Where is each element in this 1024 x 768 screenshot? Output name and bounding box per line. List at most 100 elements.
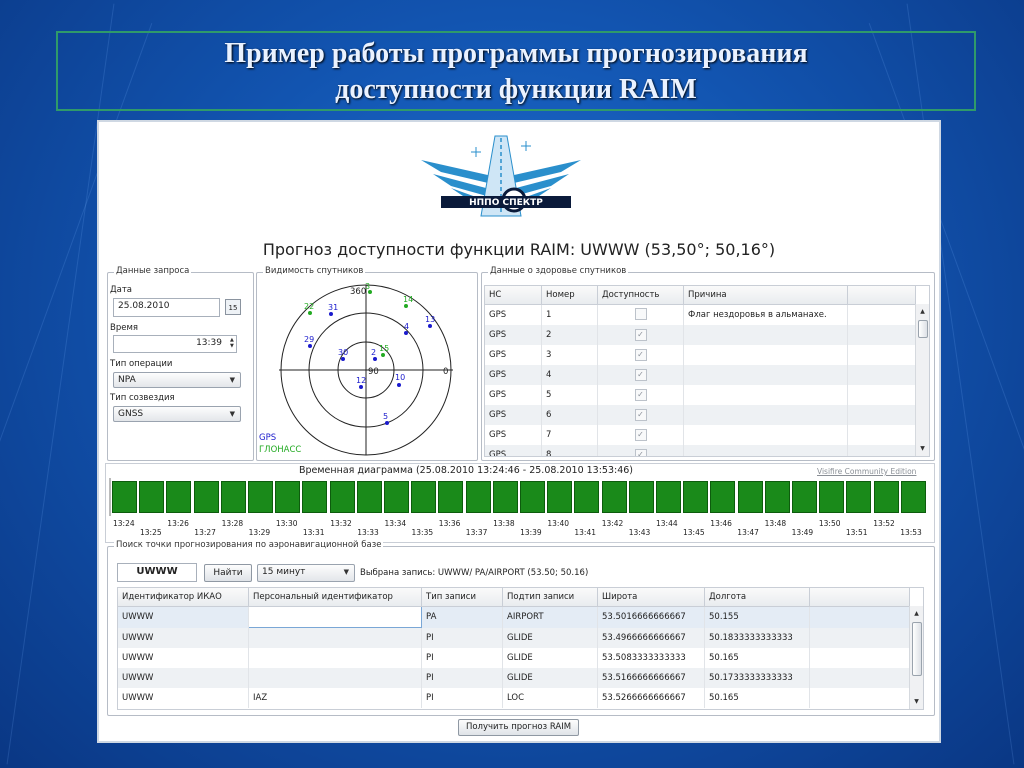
points-column-header[interactable]: Тип записи bbox=[421, 588, 503, 607]
health-cell-reason bbox=[683, 445, 848, 456]
timeline-tick: 13:37 bbox=[465, 528, 488, 537]
health-cell-ns: GPS bbox=[485, 365, 542, 385]
health-cell-reason bbox=[683, 425, 848, 445]
availability-checkbox[interactable] bbox=[634, 307, 647, 320]
row-filler bbox=[847, 304, 916, 325]
availability-checkbox[interactable]: ✓ bbox=[634, 349, 647, 361]
health-scrollbar[interactable]: ▲ ▼ bbox=[915, 304, 929, 456]
health-cell-num: 4 bbox=[541, 365, 598, 385]
health-cell-avail: ✓ bbox=[597, 385, 684, 405]
satellite-dot bbox=[404, 331, 408, 335]
satellite-label: 2 bbox=[371, 348, 376, 357]
row-filler bbox=[809, 668, 910, 688]
timeline-tick: 13:52 bbox=[873, 519, 895, 528]
availability-checkbox[interactable]: ✓ bbox=[634, 329, 647, 341]
health-column-header[interactable]: Доступность bbox=[597, 286, 684, 305]
timeline-bar bbox=[302, 481, 328, 513]
satellite-label: 12 bbox=[356, 376, 366, 385]
points-column-header[interactable]: Идентификатор ИКАО bbox=[118, 588, 249, 607]
operation-label: Тип операции bbox=[110, 359, 173, 369]
availability-checkbox[interactable]: ✓ bbox=[634, 409, 647, 421]
points-column-header[interactable]: Подтип записи bbox=[502, 588, 598, 607]
get-forecast-button[interactable]: Получить прогноз RAIM bbox=[458, 719, 579, 736]
satellite-label: 29 bbox=[304, 335, 314, 344]
points-cell-lat: 53.5083333333333 bbox=[597, 648, 705, 668]
points-row[interactable]: UWWW PI GLIDE 53.5083333333333 50.165 bbox=[118, 648, 910, 668]
health-row[interactable]: GPS 8 ✓ bbox=[485, 445, 916, 456]
health-cell-num: 3 bbox=[541, 345, 598, 365]
satellite-dot bbox=[428, 324, 432, 328]
timeline-bar bbox=[329, 481, 355, 513]
health-row[interactable]: GPS 6 ✓ bbox=[485, 405, 916, 425]
health-column-header[interactable]: Номер bbox=[541, 286, 598, 305]
health-row[interactable]: GPS 1 Флаг нездоровья в альманахе. bbox=[485, 304, 916, 325]
interval-select[interactable]: 15 минут ▼ bbox=[257, 564, 355, 582]
points-cell-pid[interactable] bbox=[248, 606, 422, 628]
health-row[interactable]: GPS 4 ✓ bbox=[485, 365, 916, 385]
timeline-bar bbox=[873, 481, 899, 513]
points-cell-lon: 50.165 bbox=[704, 688, 810, 708]
points-scrollbar[interactable]: ▲ ▼ bbox=[909, 606, 923, 709]
row-filler bbox=[847, 345, 916, 365]
points-column-header[interactable]: Долгота bbox=[704, 588, 810, 607]
report-title: Прогноз доступности функции RAIM: UWWW (… bbox=[262, 240, 776, 259]
points-column-header[interactable]: Широта bbox=[597, 588, 705, 607]
points-cell-lat: 53.5016666666667 bbox=[597, 606, 705, 628]
timeline-tick: 13:28 bbox=[221, 519, 244, 528]
satellite-label: 30 bbox=[338, 348, 348, 357]
points-row[interactable]: UWWW PI GLIDE 53.4966666666667 50.1833333333… bbox=[118, 627, 910, 648]
health-column-header[interactable]: НС bbox=[485, 286, 542, 305]
calendar-icon[interactable]: 15 bbox=[225, 299, 241, 315]
health-cell-avail: ✓ bbox=[597, 405, 684, 425]
timeline-bar bbox=[193, 481, 219, 513]
find-button[interactable]: Найти bbox=[204, 564, 252, 582]
health-column-header[interactable]: Причина bbox=[683, 286, 848, 305]
points-row[interactable]: UWWW PA AIRPORT 53.5016666666667 50.155 bbox=[118, 606, 910, 628]
availability-checkbox[interactable]: ✓ bbox=[634, 369, 647, 381]
scroll-thumb[interactable] bbox=[912, 622, 922, 676]
timeline-bar bbox=[819, 481, 845, 513]
date-field[interactable]: 25.08.2010 bbox=[113, 298, 220, 317]
timeline-bar bbox=[574, 481, 600, 513]
constellation-select[interactable]: GNSS ▼ bbox=[113, 406, 241, 422]
timeline-tick: 13:44 bbox=[656, 519, 678, 528]
points-column-header[interactable]: Персональный идентификатор bbox=[248, 588, 422, 607]
health-row[interactable]: GPS 2 ✓ bbox=[485, 325, 916, 345]
health-row[interactable]: GPS 3 ✓ bbox=[485, 345, 916, 365]
timeline-tick: 13:51 bbox=[845, 528, 868, 537]
scroll-down-icon[interactable]: ▼ bbox=[916, 445, 929, 452]
search-input[interactable]: UWWW bbox=[117, 563, 197, 582]
time-field[interactable]: 13:39 bbox=[113, 335, 237, 353]
availability-checkbox[interactable]: ✓ bbox=[634, 429, 647, 441]
health-row[interactable]: GPS 5 ✓ bbox=[485, 385, 916, 405]
health-legend: Данные о здоровье спутников bbox=[488, 266, 629, 276]
timeline-tick: 13:47 bbox=[737, 528, 759, 537]
points-cell-type: PI bbox=[421, 627, 503, 648]
points-cell-lat: 53.5266666666667 bbox=[597, 688, 705, 708]
points-cell-lon: 50.1833333333333 bbox=[704, 627, 810, 648]
timeline-tick: 13:32 bbox=[330, 519, 352, 528]
scroll-up-icon[interactable]: ▲ bbox=[910, 610, 923, 617]
health-table: НС Номер Доступность Причина GPS 1 Флаг нездо… bbox=[485, 286, 916, 456]
timeline-bar bbox=[601, 481, 627, 513]
timeline-bar bbox=[520, 481, 545, 513]
health-cell-avail: ✓ bbox=[597, 445, 684, 456]
points-cell-lon: 50.165 bbox=[704, 648, 810, 668]
scroll-down-icon[interactable]: ▼ bbox=[910, 698, 923, 705]
legend-glonass: ГЛОНАСС bbox=[259, 445, 302, 455]
points-row[interactable]: UWWW PI GLIDE 53.5166666666667 50.1733333333… bbox=[118, 668, 910, 688]
health-row[interactable]: GPS 7 ✓ bbox=[485, 425, 916, 445]
points-row[interactable]: UWWW IAZ PI LOC 53.5266666666667 50.165 bbox=[118, 688, 910, 708]
timeline-bar bbox=[465, 481, 491, 513]
points-cell-type: PI bbox=[421, 668, 503, 688]
time-spinner-icon[interactable]: ▲ ▼ bbox=[230, 337, 234, 349]
scroll-thumb[interactable] bbox=[918, 320, 928, 338]
points-cell-type: PI bbox=[421, 648, 503, 668]
timeline-bar bbox=[356, 481, 382, 513]
scroll-up-icon[interactable]: ▲ bbox=[916, 308, 929, 315]
availability-checkbox[interactable]: ✓ bbox=[634, 389, 647, 401]
app-screenshot: НППО СПЕКТР Прогноз доступности функции … bbox=[97, 120, 941, 743]
availability-checkbox[interactable]: ✓ bbox=[634, 449, 647, 456]
watermark-link[interactable]: Visifire Community Edition bbox=[817, 467, 916, 476]
operation-select[interactable]: NPA ▼ bbox=[113, 372, 241, 388]
